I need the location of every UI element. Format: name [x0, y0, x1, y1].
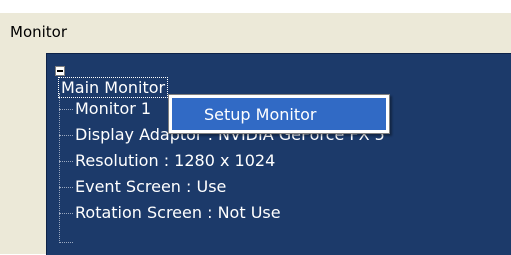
- tree-connector: [59, 161, 73, 162]
- tree-connector: [59, 187, 73, 188]
- tree-item-rotation-screen[interactable]: Rotation Screen : Not Use: [75, 203, 281, 222]
- group-title: Monitor: [10, 23, 68, 41]
- tree-connector: [59, 213, 73, 214]
- tree-root-main-monitor[interactable]: Main Monitor: [58, 77, 169, 98]
- tree-connector: [59, 109, 73, 110]
- monitor-tree[interactable]: Main Monitor Monitor 1 Display Adaptor :…: [46, 53, 511, 255]
- monitor-group: Monitor Main Monitor Monitor 1 Display A…: [0, 13, 511, 255]
- tree-item-monitor[interactable]: Monitor 1: [75, 99, 151, 118]
- tree-connector: [59, 242, 73, 243]
- tree-item-event-screen[interactable]: Event Screen : Use: [75, 177, 226, 196]
- minus-icon: [57, 70, 63, 72]
- context-menu: Setup Monitor: [168, 94, 390, 134]
- tree-item-resolution[interactable]: Resolution : 1280 x 1024: [75, 151, 275, 170]
- tree-guide-line: [59, 93, 60, 243]
- collapse-icon[interactable]: [55, 66, 65, 76]
- tree-connector: [59, 135, 73, 136]
- top-strip: [0, 0, 511, 13]
- menu-item-setup-monitor[interactable]: Setup Monitor: [172, 98, 386, 130]
